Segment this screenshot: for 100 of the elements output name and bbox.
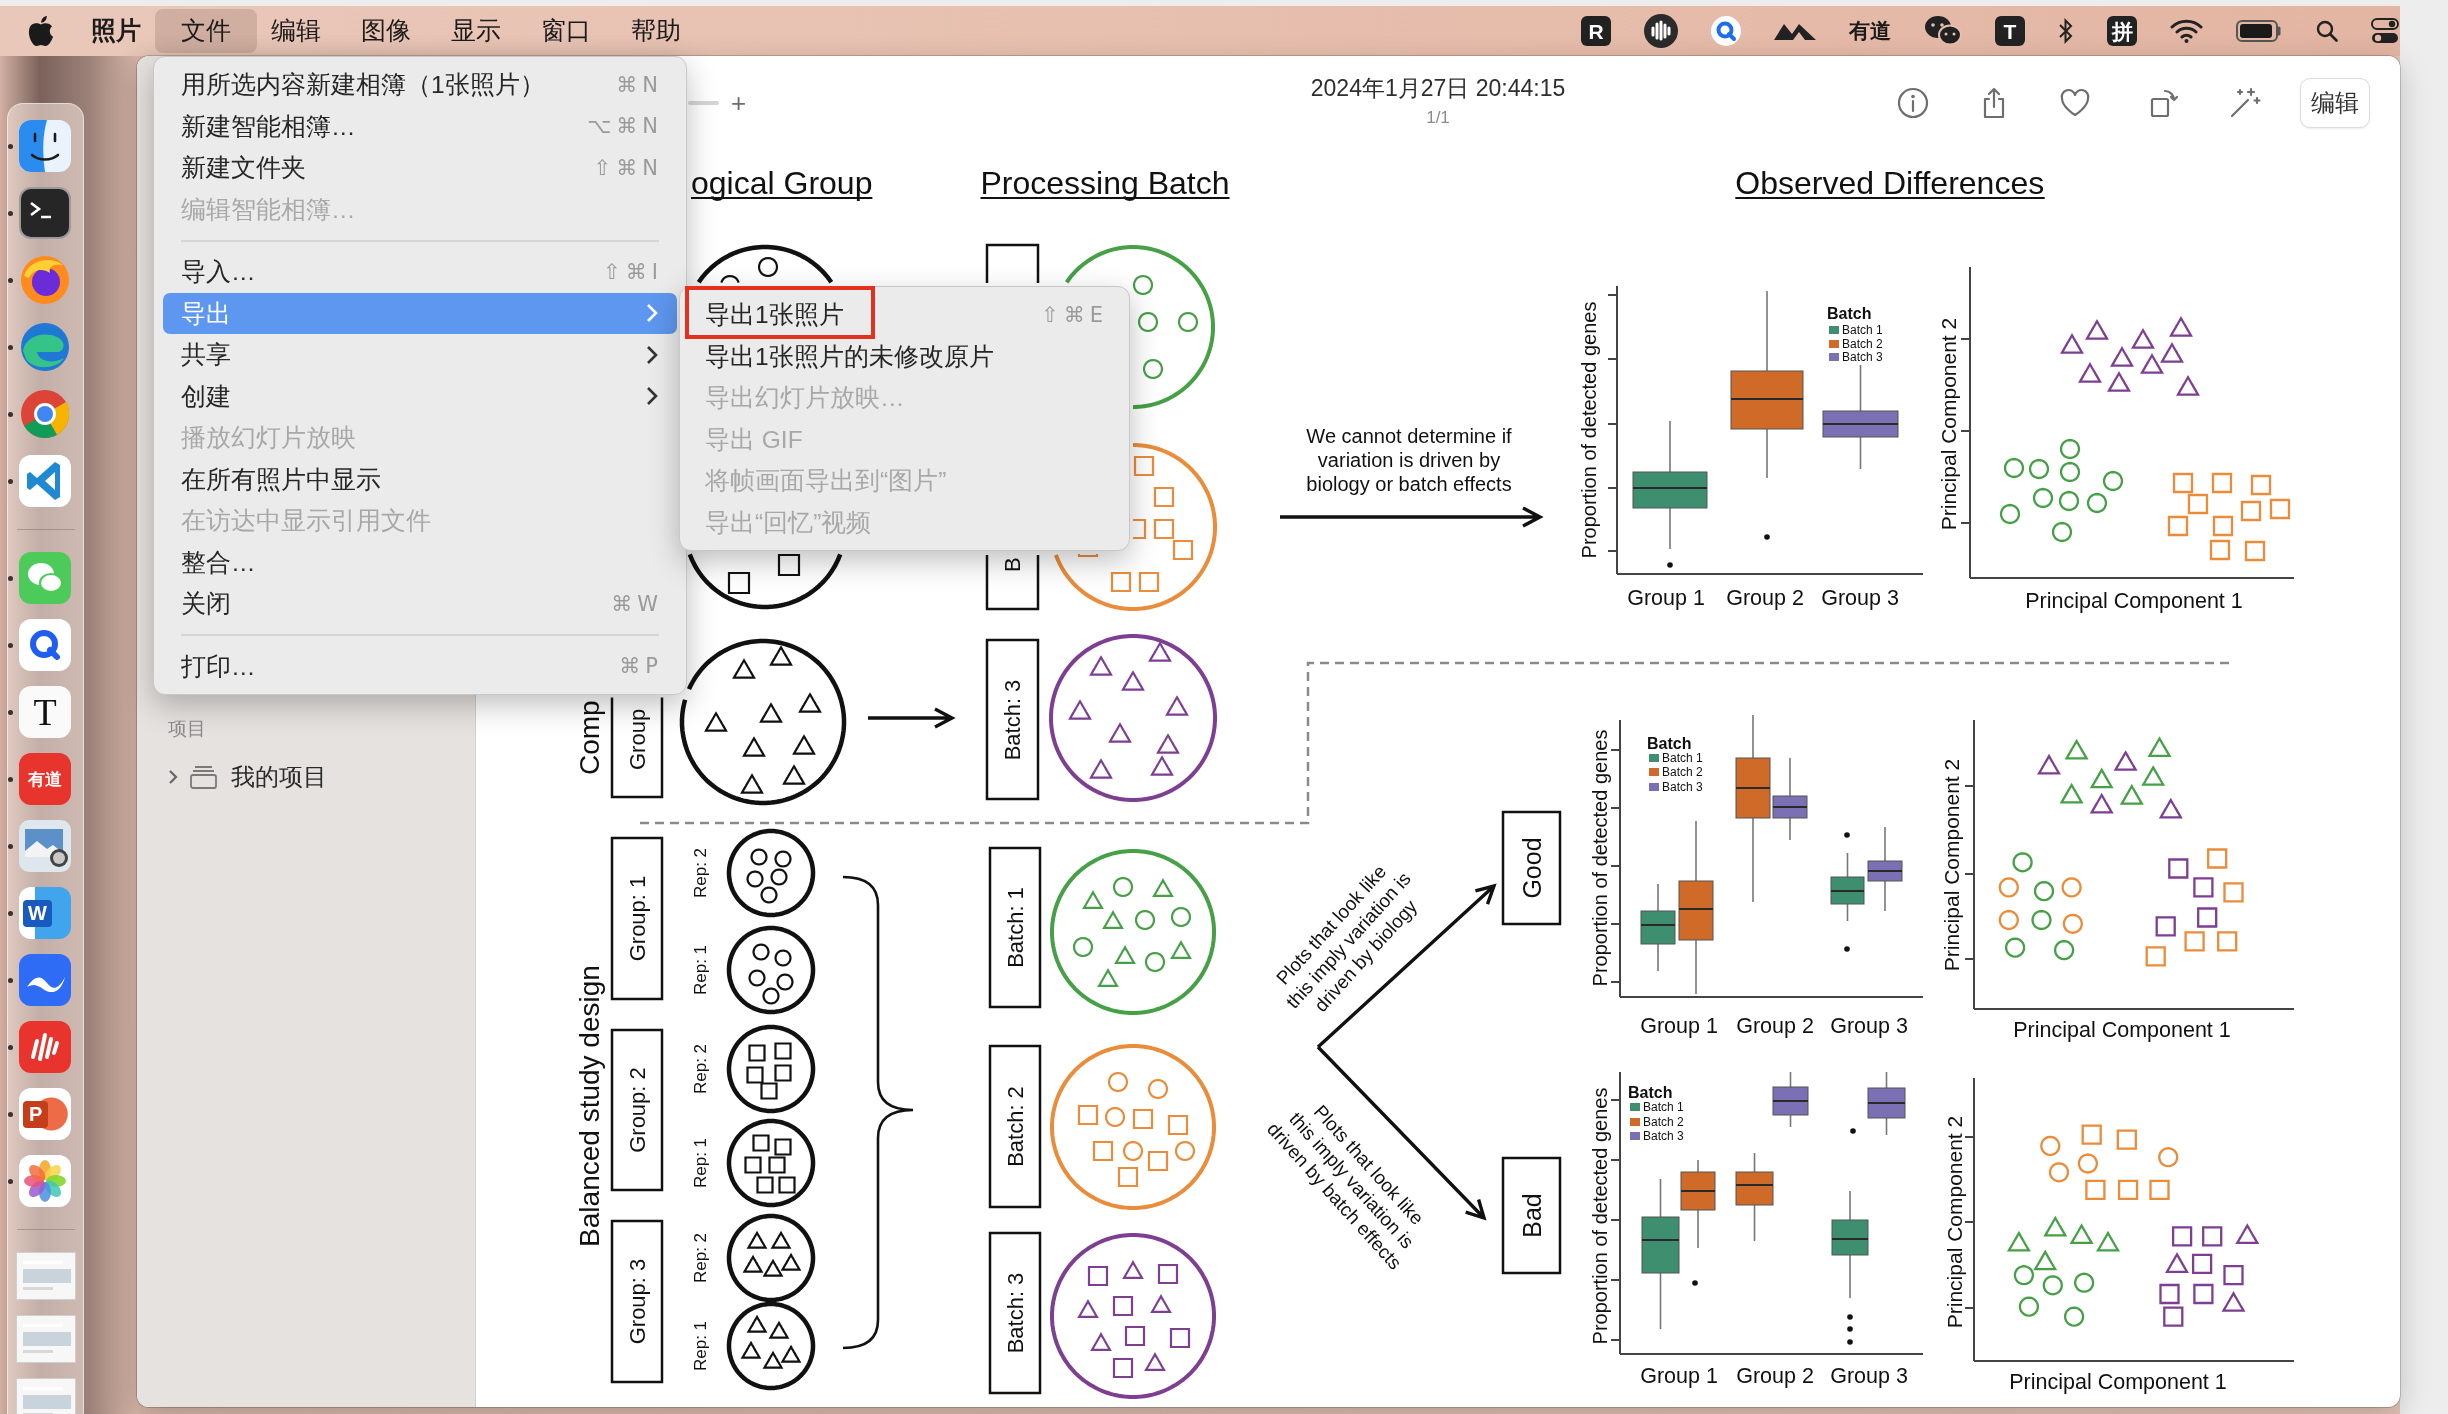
outlier-dot: [1850, 1128, 1856, 1134]
scatter-point: [2193, 877, 2214, 898]
section-label: Balanced study design: [573, 965, 605, 1247]
letter-tile-icon[interactable]: P: [19, 1088, 71, 1140]
smiling-face-icon[interactable]: [19, 120, 71, 172]
scatter-point: [2207, 848, 2228, 869]
scatter-point: [2217, 931, 2238, 952]
zoom-slider-track[interactable]: [688, 101, 719, 105]
search-icon[interactable]: [2316, 20, 2338, 42]
batch-label: Batch: 2: [988, 1044, 1042, 1209]
chevron-right-icon: [646, 344, 658, 365]
edit-button[interactable]: 编辑: [2300, 78, 2370, 128]
scatter-point: [2061, 877, 2082, 898]
menu-item[interactable]: 新建文件夹 ⇧⌘N: [163, 147, 677, 189]
menu-item[interactable]: 共享: [163, 334, 677, 376]
menu-item[interactable]: 新建智能相簿… ⌥⌘N: [163, 105, 677, 147]
status-bar-item[interactable]: R: [1581, 16, 1611, 46]
scatter-point: [2209, 539, 2231, 561]
scatter-point: [2158, 1147, 2179, 1168]
axis-title: Proportion of detected genes: [1589, 1087, 1611, 1345]
menu-item[interactable]: 整合…: [163, 541, 677, 583]
window-thumbnail[interactable]: [16, 1315, 76, 1363]
scatter-point: [2147, 736, 2172, 758]
batch-label: B: [985, 555, 1040, 611]
shortcut-text: ⌘W: [611, 591, 663, 616]
batch-label: Batch: 3: [985, 638, 1040, 801]
scatter-point: [2043, 1215, 2068, 1237]
menu-item[interactable]: 导出1张照片的未修改原片: [686, 335, 1123, 377]
category-label: Group 3: [1830, 1364, 1908, 1388]
legend-title: Batch: [1628, 1083, 1673, 1101]
wave-tile-icon[interactable]: [19, 954, 71, 1006]
menu-bar-item[interactable]: 文件: [155, 9, 257, 53]
flame-circle-icon[interactable]: [19, 254, 71, 306]
scatter-point: [2096, 1230, 2120, 1252]
scatter-point: [2113, 750, 2138, 771]
letter-tile-icon[interactable]: W: [19, 887, 71, 939]
letter-tile-icon[interactable]: T: [19, 686, 71, 738]
scatter-point: [2013, 1265, 2035, 1286]
scatter-point: [2244, 540, 2266, 562]
ribbon-icon[interactable]: [19, 455, 71, 507]
scatter-point: [2140, 353, 2164, 374]
scatter-point: [2085, 319, 2109, 340]
status-bar-item[interactable]: T: [1995, 16, 2025, 46]
flower-icon[interactable]: [19, 1155, 71, 1207]
legend-label: Batch 3: [1643, 1129, 1684, 1143]
shortcut-text: ⇧⌘N: [593, 155, 663, 180]
terminal-icon[interactable]: [19, 187, 71, 239]
q-ring-icon[interactable]: [1711, 16, 1741, 46]
scatter-point: [2141, 765, 2166, 786]
scatter-point: [2269, 498, 2291, 520]
photo-loupe-icon[interactable]: [19, 820, 71, 872]
zoom-in-button[interactable]: +: [731, 90, 747, 116]
text-tile-icon[interactable]: 有道: [19, 753, 71, 805]
scatter-point: [2059, 782, 2084, 804]
outlier-dot: [1692, 1280, 1698, 1286]
sidebar-item[interactable]: 我的项目: [167, 757, 327, 797]
ring-circle-icon[interactable]: [19, 388, 71, 440]
q-ring-icon[interactable]: [19, 619, 71, 671]
wifi-icon[interactable]: [2170, 19, 2203, 43]
scatter-point: [2051, 521, 2073, 543]
category-label: Group 2: [1736, 1364, 1814, 1388]
info-icon[interactable]: [1896, 86, 1930, 120]
toggles-icon[interactable]: [2371, 17, 2399, 45]
category-label: Group 3: [1830, 1014, 1908, 1038]
menu-item[interactable]: 打印… ⌘P: [163, 645, 677, 687]
status-bar-item[interactable]: 有道: [1849, 16, 1891, 46]
axis-title: Principal Component 1: [2013, 1018, 2231, 1042]
scatter-point: [2004, 937, 2026, 958]
scatter-point: [2085, 1179, 2106, 1201]
replicate-label: Rep: 2: [690, 1043, 710, 1095]
menu-item[interactable]: 关闭 ⌘W: [163, 583, 677, 625]
status-bar-item[interactable]: 拼: [2107, 16, 2137, 46]
scatter-point: [2184, 931, 2205, 952]
menu-item[interactable]: 用所选内容新建相簿（1张照片） ⌘N: [163, 64, 677, 106]
battery-icon[interactable]: [2236, 20, 2283, 42]
menu-item[interactable]: 导入… ⇧⌘I: [163, 251, 677, 293]
bluetooth-icon[interactable]: [2058, 18, 2074, 44]
scatter-point: [2158, 797, 2183, 819]
scatter-point: [2033, 880, 2055, 902]
scatter-point: [2131, 328, 2155, 349]
scatter-point: [2063, 1306, 2085, 1327]
outlier-dot: [1667, 562, 1673, 568]
apple-logo-icon[interactable]: [27, 15, 55, 47]
scatter-point: [2155, 916, 2176, 937]
window-thumbnail[interactable]: [16, 1378, 76, 1414]
waveform-icon[interactable]: [1644, 14, 1678, 48]
outlier-dot: [1847, 1326, 1853, 1332]
scatter-point: [2064, 738, 2089, 760]
legend-label: Batch 1: [1662, 751, 1703, 765]
swirl-circle-icon[interactable]: [19, 321, 71, 373]
menu-item[interactable]: 在所有照片中显示: [163, 458, 677, 500]
scatter-point: [2102, 470, 2124, 492]
column-title: Observed Differences: [1734, 165, 2046, 201]
axis-title: Principal Component 1: [2025, 589, 2243, 613]
chat-bubbles-icon[interactable]: [1924, 15, 1962, 47]
group-label: Group: 3: [610, 1219, 664, 1384]
menu-item[interactable]: 创建: [163, 375, 677, 417]
chevron-right-icon[interactable]: [167, 769, 179, 785]
scatter-point: [2197, 907, 2218, 928]
window-thumbnail[interactable]: [16, 1252, 76, 1300]
